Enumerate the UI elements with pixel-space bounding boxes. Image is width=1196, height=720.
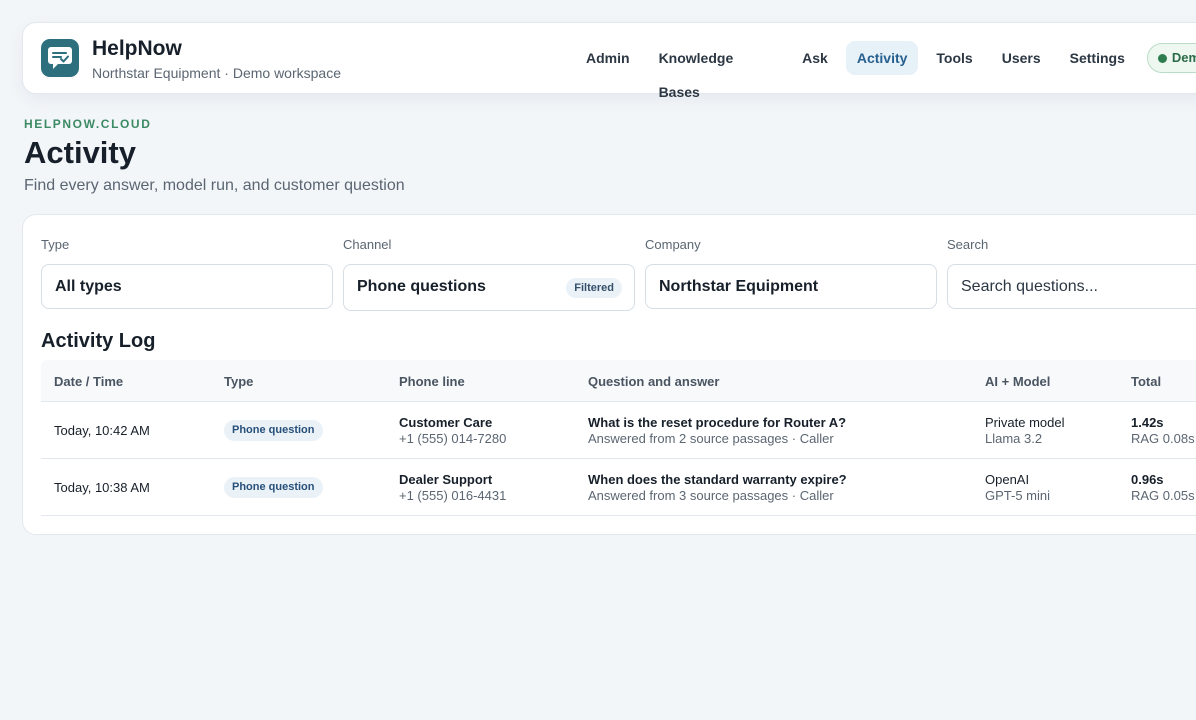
activity-table: Date / Time Type Phone line Question and… [41,360,1196,516]
total-time: 0.96s [1131,472,1164,487]
column-header-total[interactable]: Total [1131,374,1161,389]
question-text[interactable]: When does the standard warranty expire? [588,472,847,487]
type-filter-value: All types [55,278,122,295]
phone-line-number: +1 (555) 014-7280 [399,431,507,446]
column-header-ai-model[interactable]: AI + Model [985,374,1050,389]
column-header-phone-line[interactable]: Phone line [399,374,465,389]
row-datetime: Today, 10:42 AM [54,423,150,438]
answer-meta: Answered from 2 source passages · Caller [588,431,834,446]
activity-panel: Type All types Channel Phone questions F… [22,214,1196,535]
main-nav: Admin Knowledge Bases Ask Activity Tools… [575,41,1196,100]
chat-check-icon [48,47,72,69]
search-input[interactable]: Search questions... [947,264,1196,309]
ai-provider: OpenAI [985,472,1030,487]
eyebrow-label: HELPNOW.CLOUD [24,117,152,131]
table-row[interactable]: Today, 10:38 AM Phone question Dealer Su… [41,459,1196,516]
company-filter-select[interactable]: Northstar Equipment [645,264,937,309]
column-header-type[interactable]: Type [224,374,253,389]
table-row[interactable]: Today, 10:42 AM Phone question Customer … [41,402,1196,459]
phone-line-name: Dealer Support [399,472,493,487]
column-header-datetime[interactable]: Date / Time [54,374,123,389]
table-header: Date / Time Type Phone line Question and… [41,360,1196,402]
row-datetime: Today, 10:38 AM [54,480,150,495]
row-type-badge: Phone question [224,477,323,498]
workspace-name: Northstar Equipment · Demo workspace [92,65,341,81]
activity-log-title: Activity Log [41,330,156,352]
app-name: HelpNow [92,37,182,60]
total-time: 1.42s [1131,415,1164,430]
app-logo[interactable] [41,39,79,77]
channel-filter-label: Channel [343,237,392,252]
answer-meta: Answered from 3 source passages · Caller [588,488,834,503]
rag-time: RAG 0.08s [1131,431,1195,446]
nav-tools[interactable]: Tools [925,41,983,75]
nav-users[interactable]: Users [991,41,1052,75]
company-filter-value: Northstar Equipment [659,278,819,295]
search-placeholder: Search questions... [961,278,1098,295]
ai-model: Llama 3.2 [985,431,1043,446]
demo-badge-label: Demo [1171,50,1196,65]
search-label: Search [947,237,989,252]
phone-line-number: +1 (555) 016-4431 [399,488,507,503]
top-header: HelpNow Northstar Equipment · Demo works… [22,22,1196,100]
nav-settings[interactable]: Settings [1059,41,1136,75]
ai-model: GPT-5 mini [985,488,1051,503]
status-dot-icon [1157,53,1167,63]
row-type-badge: Phone question [224,420,323,441]
ai-provider: Private model [985,415,1065,430]
type-filter-select[interactable]: All types [41,264,333,309]
filtered-badge: Filtered [566,278,622,298]
nav-admin[interactable]: Admin [575,41,641,75]
channel-filter-value: Phone questions [357,278,486,295]
page: HelpNow Northstar Equipment · Demo works… [0,0,1196,720]
page-subtitle: Find every answer, model run, and custom… [24,177,405,194]
nav-activity[interactable]: Activity [845,41,919,75]
company-filter-label: Company [645,237,701,252]
channel-filter-select[interactable]: Phone questions Filtered [343,264,635,311]
page-title: Activity [24,135,136,170]
rag-time: RAG 0.05s [1131,488,1195,503]
nav-ask[interactable]: Ask [791,41,839,75]
type-filter-label: Type [41,237,70,252]
phone-line-name: Customer Care [399,415,493,430]
demo-badge[interactable]: Demo [1146,43,1196,73]
column-header-question-answer[interactable]: Question and answer [588,374,719,389]
nav-knowledge-bases[interactable]: Knowledge Bases [648,41,785,100]
question-text[interactable]: What is the reset procedure for Router A… [588,415,846,430]
